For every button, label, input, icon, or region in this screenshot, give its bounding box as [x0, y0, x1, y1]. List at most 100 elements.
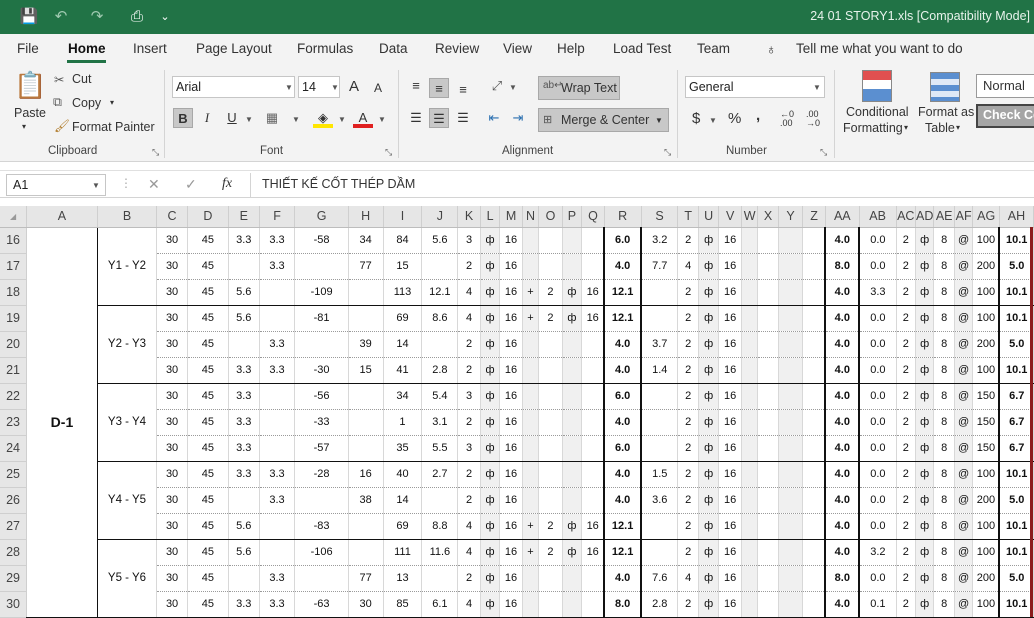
cell-o[interactable]: [538, 331, 563, 358]
cell-ah[interactable]: 10.1: [998, 539, 1034, 566]
cell-d[interactable]: 45: [187, 305, 229, 332]
cell-ae[interactable]: 8: [933, 279, 955, 306]
cell-i[interactable]: 40: [383, 461, 423, 488]
cell-ah[interactable]: 10.1: [998, 357, 1034, 384]
cell-aa[interactable]: 8.0: [824, 253, 860, 280]
cell-r[interactable]: 6.0: [603, 383, 642, 410]
row-header[interactable]: 20: [0, 331, 28, 358]
cell-w[interactable]: [741, 383, 759, 410]
bold-button[interactable]: B: [173, 108, 193, 128]
name-box[interactable]: A1: [6, 174, 106, 196]
cell-ae[interactable]: 8: [933, 253, 955, 280]
cell-f[interactable]: 3.3: [259, 565, 296, 592]
cell-x[interactable]: [757, 227, 779, 254]
cell-ad[interactable]: ф: [915, 227, 935, 254]
align-left-icon[interactable]: ☰: [406, 108, 426, 128]
cell-c[interactable]: 30: [156, 435, 188, 462]
cell-ab[interactable]: 0.0: [858, 331, 897, 358]
cell-z[interactable]: [802, 565, 826, 592]
cell-c[interactable]: 30: [156, 383, 188, 410]
cell-ac[interactable]: 2: [896, 227, 917, 254]
cell-v[interactable]: 16: [718, 461, 742, 488]
cell-u[interactable]: ф: [698, 409, 720, 436]
tab-file[interactable]: File: [17, 41, 39, 56]
cell-aa[interactable]: 4.0: [824, 409, 860, 436]
cell-q[interactable]: 16: [581, 305, 605, 332]
span-cell[interactable]: Y5 - Y6: [97, 539, 158, 618]
cell-s[interactable]: 1.5: [640, 461, 679, 488]
cell-c[interactable]: 30: [156, 539, 188, 566]
formula-content[interactable]: THIẾT KẾ CỐT THÉP DẦM: [262, 177, 415, 191]
cell-u[interactable]: ф: [698, 513, 720, 540]
cell-m[interactable]: 16: [499, 435, 523, 462]
cell-ac[interactable]: 2: [896, 383, 917, 410]
cell-ag[interactable]: 100: [972, 591, 1000, 618]
row-header[interactable]: 16: [0, 227, 28, 254]
column-header-b[interactable]: B: [97, 206, 158, 228]
cell-ae[interactable]: 8: [933, 539, 955, 566]
cell-ae[interactable]: 8: [933, 461, 955, 488]
cell-z[interactable]: [802, 513, 826, 540]
cell-ac[interactable]: 2: [896, 591, 917, 618]
cell-n[interactable]: [522, 383, 540, 410]
cell-h[interactable]: 38: [348, 487, 384, 514]
cell-af[interactable]: @: [954, 331, 974, 358]
cell-ac[interactable]: 2: [896, 331, 917, 358]
column-header-i[interactable]: I: [383, 206, 423, 228]
column-header-e[interactable]: E: [228, 206, 260, 228]
cell-k[interactable]: 2: [457, 565, 481, 592]
tab-load-test[interactable]: Load Test: [613, 41, 671, 56]
cell-y[interactable]: [778, 383, 804, 410]
cell-y[interactable]: [778, 539, 804, 566]
cell-z[interactable]: [802, 279, 826, 306]
cell-ah[interactable]: 10.1: [998, 513, 1034, 540]
conditional-formatting-icon[interactable]: [862, 70, 892, 102]
column-header-z[interactable]: Z: [802, 206, 826, 228]
cell-n[interactable]: [522, 331, 540, 358]
tab-data[interactable]: Data: [379, 41, 408, 56]
cell-f[interactable]: 3.3: [259, 591, 296, 618]
cell-d[interactable]: 45: [187, 227, 229, 254]
cell-o[interactable]: [538, 357, 563, 384]
cell-y[interactable]: [778, 357, 804, 384]
cell-f[interactable]: 3.3: [259, 253, 296, 280]
cell-ah[interactable]: 10.1: [998, 591, 1034, 618]
cell-k[interactable]: 2: [457, 331, 481, 358]
row-header[interactable]: 28: [0, 539, 28, 566]
cell-g[interactable]: [294, 487, 349, 514]
cell-d[interactable]: 45: [187, 253, 229, 280]
decrease-indent-icon[interactable]: ⇤: [484, 108, 504, 128]
cell-t[interactable]: 2: [677, 539, 699, 566]
cell-p[interactable]: [562, 487, 583, 514]
cell-r[interactable]: 4.0: [603, 461, 642, 488]
cell-x[interactable]: [757, 461, 779, 488]
cell-w[interactable]: [741, 409, 759, 436]
cell-l[interactable]: ф: [480, 461, 501, 488]
cell-u[interactable]: ф: [698, 279, 720, 306]
cell-j[interactable]: [421, 487, 459, 514]
cell-g[interactable]: -106: [294, 539, 349, 566]
cell-w[interactable]: [741, 305, 759, 332]
cell-t[interactable]: 4: [677, 565, 699, 592]
cell-z[interactable]: [802, 591, 826, 618]
column-header-a[interactable]: A: [26, 206, 98, 228]
span-cell[interactable]: Y2 - Y3: [97, 305, 158, 384]
clipboard-launcher-icon[interactable]: ⤡: [152, 147, 159, 158]
cell-ah[interactable]: 5.0: [998, 487, 1034, 514]
cell-f[interactable]: [259, 383, 296, 410]
cell-ad[interactable]: ф: [915, 331, 935, 358]
cell-j[interactable]: 11.6: [421, 539, 459, 566]
column-header-ab[interactable]: AB: [859, 206, 897, 228]
cell-aa[interactable]: 4.0: [824, 331, 860, 358]
tab-insert[interactable]: Insert: [133, 41, 167, 56]
cell-ab[interactable]: 0.0: [858, 487, 897, 514]
cell-v[interactable]: 16: [718, 279, 742, 306]
cell-x[interactable]: [757, 591, 779, 618]
align-top-icon[interactable]: ≡: [406, 76, 426, 96]
cell-ab[interactable]: 0.0: [858, 565, 897, 592]
cell-e[interactable]: [228, 487, 260, 514]
cell-aa[interactable]: 4.0: [824, 487, 860, 514]
cell-ab[interactable]: 0.1: [858, 591, 897, 618]
cell-l[interactable]: ф: [480, 305, 501, 332]
cancel-icon[interactable]: ✕: [148, 176, 160, 193]
